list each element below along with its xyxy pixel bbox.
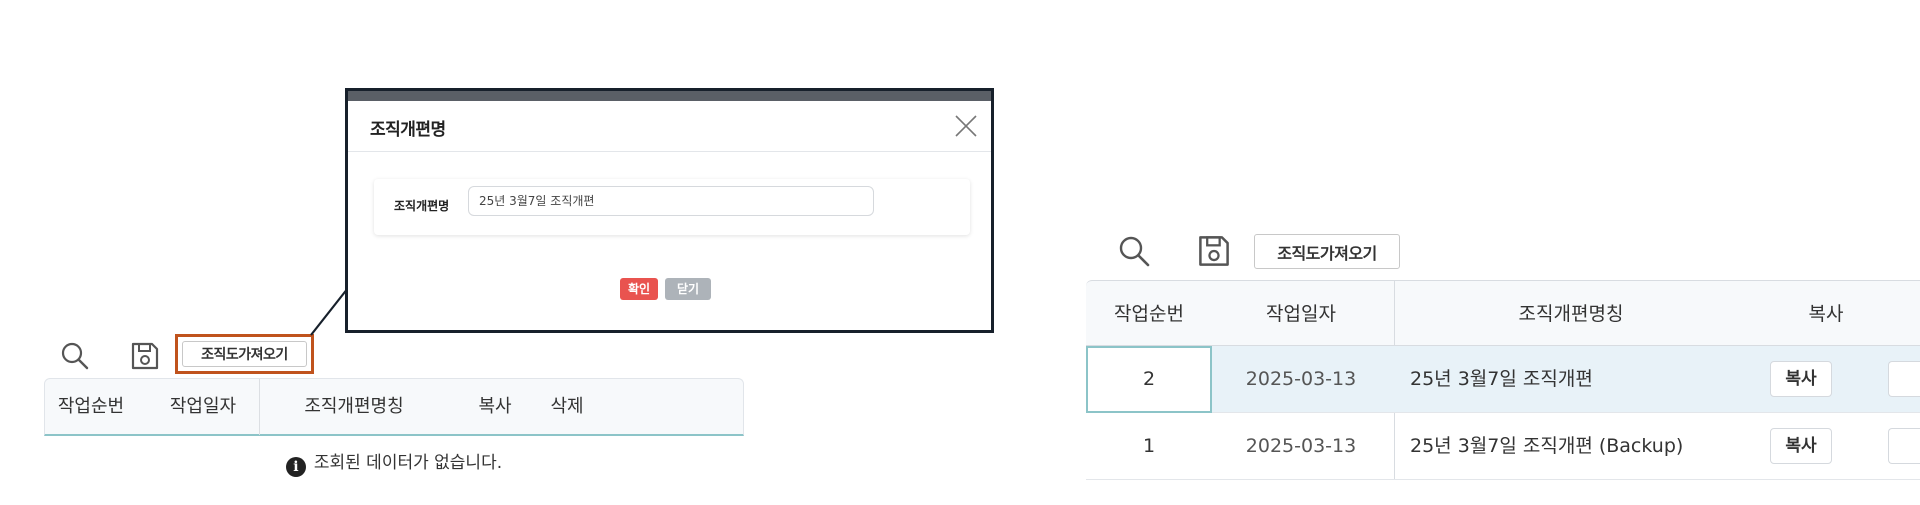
org-name-input[interactable]: 25년 3월7일 조직개편 <box>468 186 874 216</box>
import-org-chart-button[interactable]: 조직도가져오기 <box>1254 234 1400 269</box>
close-button[interactable]: 닫기 <box>665 278 711 300</box>
empty-state: i 조회된 데이터가 없습니다. <box>44 448 744 477</box>
delete-button[interactable] <box>1888 428 1920 464</box>
popup-divider <box>348 151 991 152</box>
save-icon[interactable] <box>130 341 160 375</box>
row-date: 2025-03-13 <box>1245 435 1357 457</box>
table-header: 작업순번 작업일자 조직개편명칭 복사 <box>1086 280 1920 346</box>
org-name-label: 조직개편명 <box>394 199 450 213</box>
table-row[interactable]: 2 2025-03-13 25년 3월7일 조직개편 복사 <box>1086 346 1920 413</box>
popup-topbar <box>348 91 991 101</box>
header-divider <box>259 379 260 435</box>
info-icon: i <box>285 457 306 477</box>
table-header: 작업순번 작업일자 조직개편명칭 복사 삭제 <box>44 378 744 436</box>
save-icon[interactable] <box>1197 234 1231 272</box>
copy-button[interactable]: 복사 <box>1770 361 1832 397</box>
confirm-button[interactable]: 확인 <box>620 278 658 300</box>
row-name: 25년 3월7일 조직개편 (Backup) <box>1410 435 1684 457</box>
copy-button[interactable]: 복사 <box>1770 428 1832 464</box>
header-date: 작업일자 <box>169 396 237 417</box>
delete-button[interactable] <box>1888 361 1920 397</box>
popup-title: 조직개편명 <box>370 120 446 140</box>
header-copy: 복사 <box>1808 303 1844 325</box>
left-data-table: 작업순번 작업일자 조직개편명칭 복사 삭제 i 조회된 데이터가 없습니다. <box>44 378 744 505</box>
header-seq: 작업순번 <box>1114 303 1184 325</box>
header-name: 조직개편명칭 <box>1518 303 1624 325</box>
table-row[interactable]: 1 2025-03-13 25년 3월7일 조직개편 (Backup) 복사 <box>1086 413 1920 480</box>
close-icon[interactable] <box>951 111 981 141</box>
header-copy: 복사 <box>478 396 512 417</box>
search-icon[interactable] <box>60 341 90 375</box>
row-date: 2025-03-13 <box>1245 368 1357 390</box>
row-name: 25년 3월7일 조직개편 <box>1410 368 1593 390</box>
header-date: 작업일자 <box>1266 303 1336 325</box>
popup-form: 조직개편명 25년 3월7일 조직개편 <box>374 179 970 235</box>
row-seq: 2 <box>1142 368 1156 390</box>
right-data-table: 작업순번 작업일자 조직개편명칭 복사 2 2025-03-13 25년 3월7… <box>1086 280 1920 505</box>
search-icon[interactable] <box>1117 234 1151 272</box>
row-seq: 1 <box>1142 435 1156 457</box>
header-delete: 삭제 <box>550 396 584 417</box>
header-name: 조직개편명칭 <box>304 396 404 417</box>
empty-message: 조회된 데이터가 없습니다. <box>313 453 503 473</box>
header-seq: 작업순번 <box>57 396 125 417</box>
org-rename-popup: 조직개편명 조직개편명 25년 3월7일 조직개편 확인 닫기 <box>345 88 994 333</box>
import-org-chart-button[interactable]: 조직도가져오기 <box>182 341 307 367</box>
